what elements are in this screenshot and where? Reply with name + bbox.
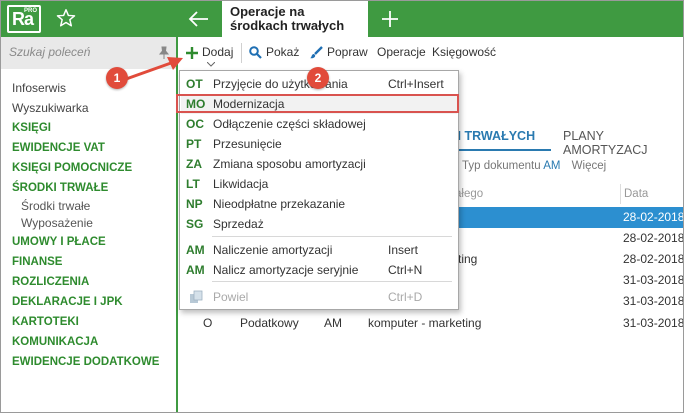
menu-item-code: ZA xyxy=(186,157,202,171)
menu-item-code: OC xyxy=(186,117,204,131)
menu-item-code: OT xyxy=(186,77,203,91)
cell-status: O xyxy=(203,316,213,330)
menu-item-code: PT xyxy=(186,137,202,151)
menu-item-shortcut: Insert xyxy=(388,243,419,257)
menu-item-code: AM xyxy=(186,243,205,257)
cell-description: ting xyxy=(458,252,478,266)
menu-item-label: Nalicz amortyzacje seryjnie xyxy=(213,263,359,277)
tab-operacje-srodkow[interactable]: H TRWAŁYCH xyxy=(452,129,535,143)
menu-item-code: SG xyxy=(186,217,204,231)
menu-item[interactable]: LT Likwidacja xyxy=(181,174,457,194)
edit-button-label: Popraw xyxy=(327,45,368,59)
cell-date: 28-02-2018 xyxy=(623,231,684,245)
sidebar-item[interactable]: FINANSE xyxy=(12,252,176,272)
menu-item[interactable]: ZA Zmiana sposobu amortyzacji xyxy=(181,154,457,174)
menu-item-label: Likwidacja xyxy=(213,177,269,191)
menu-item-shortcut: Ctrl+D xyxy=(388,290,423,304)
active-tab-underline xyxy=(453,149,551,151)
toolbar-divider xyxy=(241,43,242,63)
menu-item-label: Naliczenie amortyzacji xyxy=(213,243,333,257)
sidebar-item[interactable]: KSIĘGI POMOCNICZE xyxy=(12,158,176,178)
menu-item-code: AM xyxy=(186,263,205,277)
sidebar-item[interactable]: ROZLICZENIA xyxy=(12,272,176,292)
accounting-button[interactable]: Księgowość xyxy=(432,45,496,61)
document-type-filter[interactable]: Typ dokumentu AM Więcej xyxy=(462,160,606,172)
app-window: Ra PRO Operacje na środkach trwałych Szu… xyxy=(0,0,684,413)
menu-item[interactable]: Powiel Ctrl+D xyxy=(181,287,457,307)
cell-type: AM xyxy=(324,316,342,330)
sidebar-item[interactable]: Wyszukiwarka xyxy=(12,98,176,118)
add-button[interactable]: Dodaj xyxy=(186,45,233,61)
chevron-down-icon[interactable] xyxy=(207,62,215,67)
filter-value[interactable]: AM xyxy=(543,160,560,172)
new-tab-plus-icon[interactable] xyxy=(379,8,401,30)
filter-label: Typ dokumentu xyxy=(462,160,541,172)
sidebar-item[interactable]: UMOWY I PŁACE xyxy=(12,232,176,252)
cell-date: 31-03-2018 xyxy=(623,294,684,308)
sidebar-item[interactable]: ŚRODKI TRWAŁE xyxy=(12,178,176,198)
menu-item-label: Powiel xyxy=(213,290,249,304)
annotation-badge-2: 2 xyxy=(307,67,329,89)
highlight-box xyxy=(176,94,459,113)
menu-item-shortcut: Ctrl+N xyxy=(388,263,423,277)
sidebar: Szukaj poleceń Infoserwis Wyszukiwarka KSI… xyxy=(1,37,178,412)
menu-item-label: Zmiana sposobu amortyzacji xyxy=(213,157,366,171)
show-button-label: Pokaż xyxy=(266,45,300,59)
menu-item-shortcut: Ctrl+Insert xyxy=(388,77,444,91)
cell-date: 31-03-2018 xyxy=(623,273,684,287)
operations-button[interactable]: Operacje xyxy=(377,45,426,61)
add-button-label: Dodaj xyxy=(202,45,234,59)
menu-item[interactable]: AM Naliczenie amortyzacji Insert xyxy=(181,240,457,260)
app-logo[interactable]: Ra PRO xyxy=(7,5,41,33)
back-arrow-icon[interactable] xyxy=(187,7,211,31)
sidebar-item[interactable]: Wyposażenie xyxy=(12,215,176,232)
cell-date: 31-03-2018 xyxy=(623,316,684,330)
cell-date: 28-02-2018 xyxy=(623,210,684,224)
more-filters-link[interactable]: Więcej xyxy=(572,160,607,172)
cell-register: Podatkowy xyxy=(240,316,299,330)
column-header-name[interactable]: ałego xyxy=(455,188,483,200)
tab-plany-amortyzacji[interactable]: PLANY AMORTYZACJ xyxy=(563,129,683,157)
cell-description: komputer - marketing xyxy=(368,316,482,330)
toolbar: Dodaj Pokaż Popraw Operacje Księgowość xyxy=(180,37,683,69)
column-separator xyxy=(620,184,621,204)
menu-item[interactable]: PT Przesunięcie xyxy=(181,134,457,154)
sidebar-item[interactable]: KOMUNIKACJA xyxy=(12,332,176,352)
annotation-badge-1: 1 xyxy=(106,67,128,89)
sidebar-item[interactable]: EWIDENCJE DODATKOWE xyxy=(12,352,176,372)
tab-operacje[interactable]: Operacje na środkach trwałych xyxy=(222,1,368,38)
favorite-star-icon[interactable] xyxy=(55,7,77,29)
sidebar-item[interactable]: KSIĘGI xyxy=(12,118,176,138)
table-row[interactable]: O Podatkowy AM komputer - marketing 31-0… xyxy=(180,313,683,334)
sidebar-item[interactable]: Środki trwałe xyxy=(12,198,176,215)
menu-separator xyxy=(212,236,452,237)
sidebar-item[interactable]: DEKLARACJE I JPK xyxy=(12,292,176,312)
cell-date: 28-02-2018 xyxy=(623,252,684,266)
top-bar: Ra PRO Operacje na środkach trwałych xyxy=(1,1,683,38)
menu-item[interactable]: AM Nalicz amortyzacje seryjnie Ctrl+N xyxy=(181,260,457,280)
edit-button[interactable]: Popraw xyxy=(310,45,368,61)
menu-item[interactable]: NP Nieodpłatne przekazanie xyxy=(181,194,457,214)
duplicate-icon xyxy=(190,290,203,303)
sidebar-item[interactable]: EWIDENCJE VAT xyxy=(12,138,176,158)
logo-badge: PRO xyxy=(23,8,37,14)
plus-icon xyxy=(186,47,198,59)
sidebar-item[interactable]: KARTOTEKI xyxy=(12,312,176,332)
brush-icon xyxy=(310,46,323,59)
menu-item-code: NP xyxy=(186,197,203,211)
menu-item[interactable]: OC Odłączenie części składowej xyxy=(181,114,457,134)
menu-item-label: Przesunięcie xyxy=(213,137,282,151)
show-button[interactable]: Pokaż xyxy=(249,45,299,61)
menu-item-label: Sprzedaż xyxy=(213,217,264,231)
menu-item[interactable]: SG Sprzedaż xyxy=(181,214,457,234)
menu-item-code: LT xyxy=(186,177,200,191)
sidebar-menu: Infoserwis Wyszukiwarka KSIĘGI EWIDENCJE VA… xyxy=(12,78,176,372)
column-header-date[interactable]: Data xyxy=(624,188,648,200)
menu-item-label: Odłączenie części składowej xyxy=(213,117,366,131)
menu-separator xyxy=(212,281,452,282)
magnifier-icon xyxy=(249,46,262,59)
menu-item-label: Nieodpłatne przekazanie xyxy=(213,197,346,211)
